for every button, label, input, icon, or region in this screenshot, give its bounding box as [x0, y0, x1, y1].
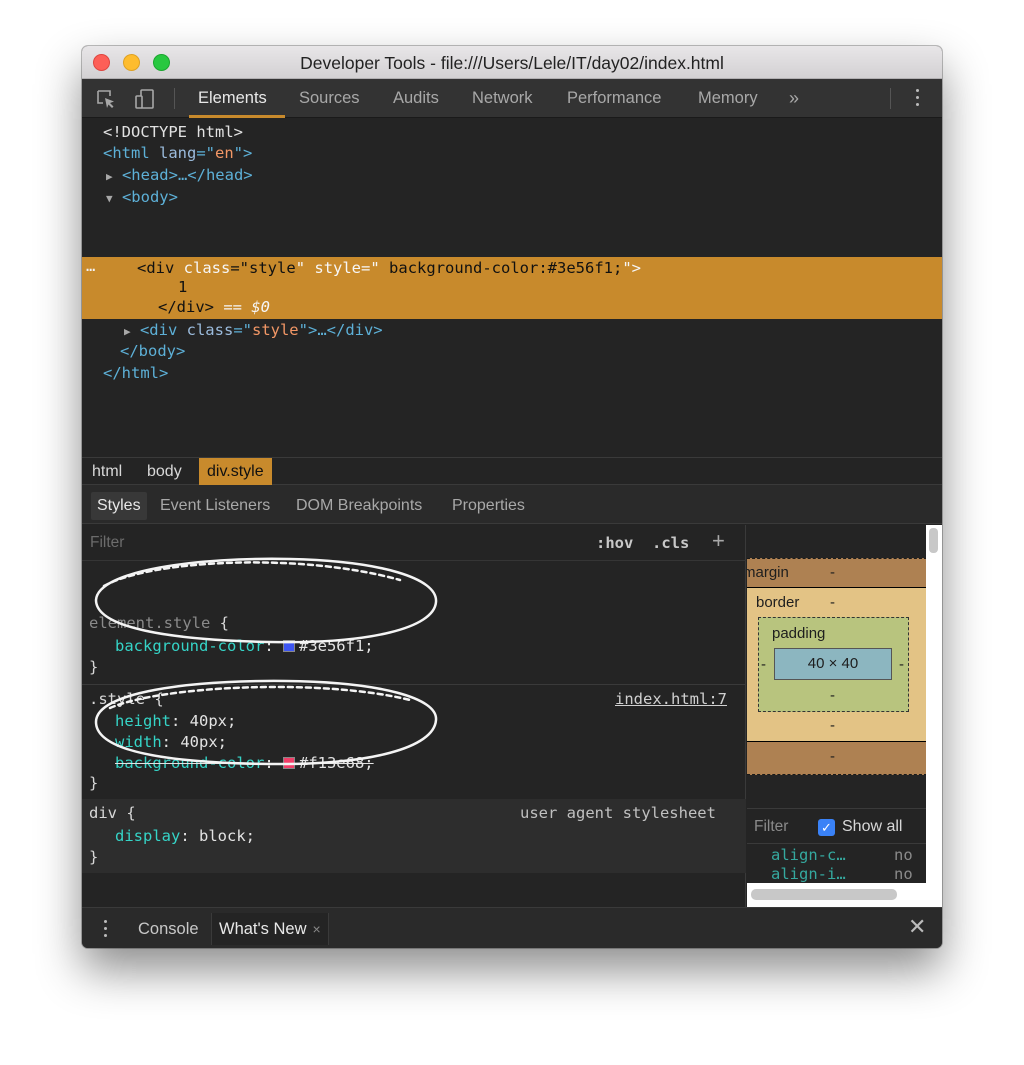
- border-top-value[interactable]: -: [830, 594, 835, 611]
- color-swatch[interactable]: [282, 640, 295, 652]
- div-display-declaration[interactable]: display: block;: [115, 826, 255, 847]
- color-swatch[interactable]: [282, 757, 295, 769]
- devtools-window: Developer Tools - file:///Users/Lele/IT/…: [82, 46, 942, 948]
- inspect-element-icon[interactable]: [95, 88, 117, 110]
- selected-dom-node[interactable]: … <div class="style" style=" background-…: [82, 257, 942, 319]
- computed-prop-value: no: [894, 846, 913, 864]
- border-label: border: [756, 594, 800, 611]
- horizontal-scrollbar[interactable]: [747, 883, 942, 907]
- style-width-declaration[interactable]: width: 40px;: [115, 732, 227, 753]
- active-tab-indicator: [189, 115, 285, 118]
- collapse-triangle-icon: ▼: [106, 192, 113, 205]
- style-rule-close: }: [89, 774, 99, 792]
- computed-prop-name[interactable]: align-c…: [771, 845, 846, 866]
- padding-right-value[interactable]: -: [899, 656, 904, 673]
- dom-body-close[interactable]: </body>: [120, 341, 185, 362]
- margin-label: margin: [747, 564, 789, 581]
- expand-triangle-icon: ▶: [106, 170, 113, 183]
- border-bottom-value[interactable]: -: [830, 717, 835, 734]
- drawer-menu-icon[interactable]: [104, 920, 109, 940]
- toolbar-separator: [174, 88, 175, 109]
- padding-left-value[interactable]: -: [761, 656, 766, 673]
- dom-body-open[interactable]: ▼ <body>: [106, 187, 178, 208]
- vertical-scrollbar[interactable]: [926, 525, 942, 883]
- styles-filter-row: Filter :hov .cls +: [82, 525, 746, 561]
- style-height-declaration[interactable]: height: 40px;: [115, 711, 236, 732]
- dom-div2-collapsed[interactable]: ▶ <div class="style">…</div>: [124, 320, 383, 341]
- tab-network[interactable]: Network: [472, 79, 533, 118]
- tab-styles[interactable]: Styles: [91, 492, 147, 520]
- box-model-pane: margin - border - padding 40 × 40 - - - …: [747, 525, 942, 907]
- title-bar: Developer Tools - file:///Users/Lele/IT/…: [82, 46, 942, 79]
- computed-prop-value: no: [894, 865, 913, 883]
- tab-event-listeners[interactable]: Event Listeners: [154, 492, 276, 520]
- dom-head-collapsed[interactable]: ▶ <head>…</head>: [106, 165, 253, 186]
- div-rule-close: }: [89, 848, 99, 866]
- style-source-link[interactable]: index.html:7: [615, 689, 727, 710]
- tab-whats-new[interactable]: What's New ×: [211, 913, 329, 945]
- dom-doctype[interactable]: <!DOCTYPE html>: [103, 122, 243, 143]
- styles-filter-input[interactable]: Filter: [90, 525, 124, 561]
- box-model-content[interactable]: 40 × 40: [774, 648, 892, 680]
- tab-memory[interactable]: Memory: [698, 79, 758, 118]
- padding-bottom-value[interactable]: -: [830, 687, 835, 704]
- margin-top-value[interactable]: -: [830, 564, 835, 581]
- tab-properties[interactable]: Properties: [446, 492, 531, 520]
- main-toolbar: Elements Sources Audits Network Performa…: [82, 79, 942, 118]
- show-all-checkbox[interactable]: ✓: [818, 819, 835, 836]
- element-style-declaration[interactable]: background-color: #3e56f1;: [115, 636, 374, 657]
- tab-sources[interactable]: Sources: [299, 79, 360, 118]
- hov-toggle[interactable]: :hov: [596, 525, 633, 561]
- show-all-label: Show all: [842, 818, 903, 835]
- dom-tree: <!DOCTYPE html> <html lang="en"> ▶ <head…: [82, 119, 942, 457]
- device-toolbar-icon[interactable]: [134, 88, 156, 110]
- dom-html-open[interactable]: <html lang="en">: [103, 143, 252, 164]
- scrollbar-thumb[interactable]: [751, 889, 897, 900]
- dom-html-close[interactable]: </html>: [103, 363, 168, 384]
- window-title: Developer Tools - file:///Users/Lele/IT/…: [300, 53, 724, 73]
- tab-dom-breakpoints[interactable]: DOM Breakpoints: [290, 492, 428, 520]
- user-agent-rule: div { user agent stylesheet display: blo…: [82, 799, 746, 873]
- computed-filter-input[interactable]: Filter: [754, 809, 788, 845]
- tab-performance[interactable]: Performance: [567, 79, 661, 118]
- scrollbar-thumb[interactable]: [929, 528, 938, 553]
- div-rule-selector: div {: [89, 804, 136, 822]
- drawer-bar: Console What's New × ✕: [82, 907, 942, 948]
- element-style-close: }: [89, 658, 99, 676]
- sidebar-tabs: Styles Event Listeners DOM Breakpoints P…: [82, 485, 942, 524]
- breadcrumb-body[interactable]: body: [139, 458, 190, 485]
- new-style-rule-icon[interactable]: +: [712, 528, 725, 554]
- close-drawer-icon[interactable]: ✕: [908, 914, 926, 940]
- more-menu-icon[interactable]: [915, 89, 921, 109]
- style-background-declaration-overridden[interactable]: background-color: #f13e68;: [115, 753, 374, 774]
- node-actions-icon[interactable]: …: [86, 256, 95, 277]
- dom-div-text: 1: [178, 278, 188, 296]
- more-tabs-button[interactable]: »: [789, 79, 799, 118]
- tab-audits[interactable]: Audits: [393, 79, 439, 118]
- padding-label: padding: [772, 625, 826, 642]
- breadcrumb-div-style[interactable]: div.style: [199, 458, 272, 485]
- style-rule-selector: .style {: [89, 690, 164, 708]
- dom-div-open: <div class="style" style=" background-co…: [137, 259, 642, 277]
- expand-triangle-icon: ▶: [124, 325, 131, 338]
- breadcrumb: html body div.style: [82, 457, 942, 485]
- computed-prop-name[interactable]: align-i…: [771, 864, 846, 885]
- rule-separator: [82, 684, 746, 685]
- tab-whats-new-label: What's New: [219, 920, 307, 938]
- margin-bottom-value[interactable]: -: [830, 748, 835, 765]
- close-tab-icon[interactable]: ×: [313, 921, 321, 937]
- dom-div-close: </div> == $0: [158, 298, 270, 316]
- tab-console[interactable]: Console: [131, 913, 206, 945]
- cls-toggle[interactable]: .cls: [652, 525, 689, 561]
- element-style-selector: element.style {: [89, 614, 229, 632]
- user-agent-stylesheet-label: user agent stylesheet: [520, 804, 716, 822]
- tab-elements[interactable]: Elements: [198, 79, 267, 118]
- styles-pane: Filter :hov .cls + element.style { backg…: [82, 525, 746, 907]
- breadcrumb-html[interactable]: html: [84, 458, 130, 485]
- computed-filter-row: Filter ✓ Show all: [747, 808, 942, 844]
- toolbar-separator: [890, 88, 891, 109]
